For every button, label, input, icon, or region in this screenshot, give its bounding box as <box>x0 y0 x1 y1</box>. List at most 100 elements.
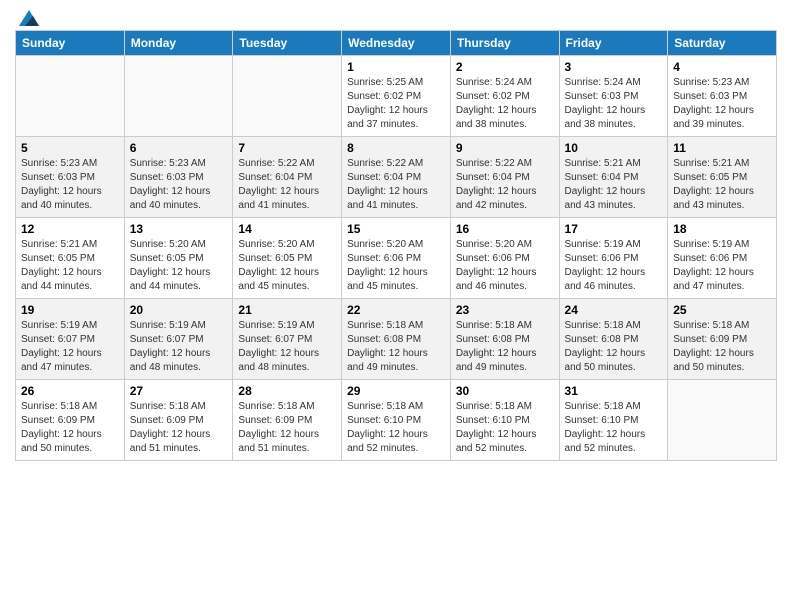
day-number: 13 <box>130 222 228 236</box>
day-info: Sunrise: 5:20 AM Sunset: 6:06 PM Dayligh… <box>347 238 445 294</box>
day-info: Sunrise: 5:25 AM Sunset: 6:02 PM Dayligh… <box>347 76 445 132</box>
day-number: 29 <box>347 384 445 398</box>
calendar-header: SundayMondayTuesdayWednesdayThursdayFrid… <box>16 31 777 56</box>
day-number: 6 <box>130 141 228 155</box>
calendar-day: 3Sunrise: 5:24 AM Sunset: 6:03 PM Daylig… <box>559 56 668 137</box>
calendar-day: 18Sunrise: 5:19 AM Sunset: 6:06 PM Dayli… <box>668 218 777 299</box>
calendar-day: 25 Sunrise: 5:18 AM Sunset: 6:09 PM Dayli… <box>668 299 777 380</box>
calendar-day: 17Sunrise: 5:19 AM Sunset: 6:06 PM Dayli… <box>559 218 668 299</box>
day-info: Sunrise: 5:23 AM Sunset: 6:03 PM Dayligh… <box>130 157 228 213</box>
calendar-week-3: 12 Sunrise: 5:21 AM Sunset: 6:05 PM Dayli… <box>16 218 777 299</box>
day-number: 16 <box>456 222 554 236</box>
day-info: Sunrise: 5:22 AM Sunset: 6:04 PM Dayligh… <box>347 157 445 213</box>
day-info: Sunrise: 5:19 AM Sunset: 6:06 PM Dayligh… <box>565 238 663 294</box>
calendar-body: 1 Sunrise: 5:25 AM Sunset: 6:02 PM Daylig… <box>16 56 777 461</box>
calendar-day: 21Sunrise: 5:19 AM Sunset: 6:07 PM Dayli… <box>233 299 342 380</box>
day-number: 14 <box>238 222 336 236</box>
weekday-header-row: SundayMondayTuesdayWednesdayThursdayFrid… <box>16 31 777 56</box>
calendar-day: 26 Sunrise: 5:18 AM Sunset: 6:09 PM Dayli… <box>16 380 125 461</box>
calendar-day: 4 Sunrise: 5:23 AM Sunset: 6:03 PM Daylig… <box>668 56 777 137</box>
day-number: 26 <box>21 384 119 398</box>
calendar-day: 12 Sunrise: 5:21 AM Sunset: 6:05 PM Dayli… <box>16 218 125 299</box>
weekday-friday: Friday <box>559 31 668 56</box>
day-number: 10 <box>565 141 663 155</box>
calendar-day: 10 Sunrise: 5:21 AM Sunset: 6:04 PM Dayli… <box>559 137 668 218</box>
day-info: Sunrise: 5:18 AM Sunset: 6:09 PM Dayligh… <box>673 319 771 375</box>
day-info: Sunrise: 5:18 AM Sunset: 6:08 PM Dayligh… <box>347 319 445 375</box>
calendar-day: 27 Sunrise: 5:18 AM Sunset: 6:09 PM Dayli… <box>124 380 233 461</box>
day-number: 2 <box>456 60 554 74</box>
day-info: Sunrise: 5:18 AM Sunset: 6:08 PM Dayligh… <box>456 319 554 375</box>
day-number: 12 <box>21 222 119 236</box>
calendar-day: 6 Sunrise: 5:23 AM Sunset: 6:03 PM Daylig… <box>124 137 233 218</box>
page-container: SundayMondayTuesdayWednesdayThursdayFrid… <box>0 0 792 471</box>
calendar-day: 22Sunrise: 5:18 AM Sunset: 6:08 PM Dayli… <box>342 299 451 380</box>
day-info: Sunrise: 5:23 AM Sunset: 6:03 PM Dayligh… <box>21 157 119 213</box>
day-info: Sunrise: 5:22 AM Sunset: 6:04 PM Dayligh… <box>238 157 336 213</box>
calendar-day: 5 Sunrise: 5:23 AM Sunset: 6:03 PM Daylig… <box>16 137 125 218</box>
calendar-day: 16 Sunrise: 5:20 AM Sunset: 6:06 PM Dayli… <box>450 218 559 299</box>
day-info: Sunrise: 5:18 AM Sunset: 6:10 PM Dayligh… <box>347 400 445 456</box>
day-info: Sunrise: 5:22 AM Sunset: 6:04 PM Dayligh… <box>456 157 554 213</box>
day-info: Sunrise: 5:18 AM Sunset: 6:10 PM Dayligh… <box>565 400 663 456</box>
day-number: 9 <box>456 141 554 155</box>
calendar-day: 19 Sunrise: 5:19 AM Sunset: 6:07 PM Dayli… <box>16 299 125 380</box>
calendar-day: 7 Sunrise: 5:22 AM Sunset: 6:04 PM Daylig… <box>233 137 342 218</box>
calendar-day <box>124 56 233 137</box>
day-info: Sunrise: 5:18 AM Sunset: 6:09 PM Dayligh… <box>21 400 119 456</box>
day-info: Sunrise: 5:24 AM Sunset: 6:02 PM Dayligh… <box>456 76 554 132</box>
calendar-day: 23Sunrise: 5:18 AM Sunset: 6:08 PM Dayli… <box>450 299 559 380</box>
day-number: 19 <box>21 303 119 317</box>
day-number: 20 <box>130 303 228 317</box>
day-number: 30 <box>456 384 554 398</box>
day-number: 4 <box>673 60 771 74</box>
calendar-day: 14Sunrise: 5:20 AM Sunset: 6:05 PM Dayli… <box>233 218 342 299</box>
day-info: Sunrise: 5:20 AM Sunset: 6:05 PM Dayligh… <box>130 238 228 294</box>
day-number: 28 <box>238 384 336 398</box>
day-info: Sunrise: 5:19 AM Sunset: 6:07 PM Dayligh… <box>21 319 119 375</box>
day-info: Sunrise: 5:23 AM Sunset: 6:03 PM Dayligh… <box>673 76 771 132</box>
day-number: 25 <box>673 303 771 317</box>
weekday-saturday: Saturday <box>668 31 777 56</box>
day-info: Sunrise: 5:18 AM Sunset: 6:10 PM Dayligh… <box>456 400 554 456</box>
day-info: Sunrise: 5:18 AM Sunset: 6:09 PM Dayligh… <box>130 400 228 456</box>
calendar-day: 15 Sunrise: 5:20 AM Sunset: 6:06 PM Dayli… <box>342 218 451 299</box>
day-number: 5 <box>21 141 119 155</box>
calendar-day <box>233 56 342 137</box>
weekday-sunday: Sunday <box>16 31 125 56</box>
day-number: 8 <box>347 141 445 155</box>
logo <box>15 10 39 24</box>
day-number: 11 <box>673 141 771 155</box>
calendar-day: 31 Sunrise: 5:18 AM Sunset: 6:10 PM Dayli… <box>559 380 668 461</box>
calendar-week-4: 19 Sunrise: 5:19 AM Sunset: 6:07 PM Dayli… <box>16 299 777 380</box>
day-number: 27 <box>130 384 228 398</box>
calendar-day: 24Sunrise: 5:18 AM Sunset: 6:08 PM Dayli… <box>559 299 668 380</box>
header-top <box>15 10 777 24</box>
day-number: 3 <box>565 60 663 74</box>
calendar-day: 13 Sunrise: 5:20 AM Sunset: 6:05 PM Dayli… <box>124 218 233 299</box>
day-info: Sunrise: 5:18 AM Sunset: 6:09 PM Dayligh… <box>238 400 336 456</box>
weekday-wednesday: Wednesday <box>342 31 451 56</box>
weekday-tuesday: Tuesday <box>233 31 342 56</box>
day-number: 18 <box>673 222 771 236</box>
day-info: Sunrise: 5:18 AM Sunset: 6:08 PM Dayligh… <box>565 319 663 375</box>
day-info: Sunrise: 5:19 AM Sunset: 6:07 PM Dayligh… <box>238 319 336 375</box>
day-number: 7 <box>238 141 336 155</box>
day-info: Sunrise: 5:19 AM Sunset: 6:07 PM Dayligh… <box>130 319 228 375</box>
calendar-day: 28 Sunrise: 5:18 AM Sunset: 6:09 PM Dayli… <box>233 380 342 461</box>
weekday-monday: Monday <box>124 31 233 56</box>
calendar-day: 8 Sunrise: 5:22 AM Sunset: 6:04 PM Daylig… <box>342 137 451 218</box>
day-info: Sunrise: 5:20 AM Sunset: 6:06 PM Dayligh… <box>456 238 554 294</box>
calendar-week-2: 5 Sunrise: 5:23 AM Sunset: 6:03 PM Daylig… <box>16 137 777 218</box>
calendar-day: 20 Sunrise: 5:19 AM Sunset: 6:07 PM Dayli… <box>124 299 233 380</box>
day-info: Sunrise: 5:21 AM Sunset: 6:05 PM Dayligh… <box>21 238 119 294</box>
day-info: Sunrise: 5:21 AM Sunset: 6:04 PM Dayligh… <box>565 157 663 213</box>
day-number: 15 <box>347 222 445 236</box>
logo-line <box>15 10 39 28</box>
calendar-day <box>668 380 777 461</box>
day-number: 31 <box>565 384 663 398</box>
logo-icon <box>19 8 39 28</box>
calendar-day: 9 Sunrise: 5:22 AM Sunset: 6:04 PM Daylig… <box>450 137 559 218</box>
day-number: 1 <box>347 60 445 74</box>
calendar-day: 29 Sunrise: 5:18 AM Sunset: 6:10 PM Dayli… <box>342 380 451 461</box>
